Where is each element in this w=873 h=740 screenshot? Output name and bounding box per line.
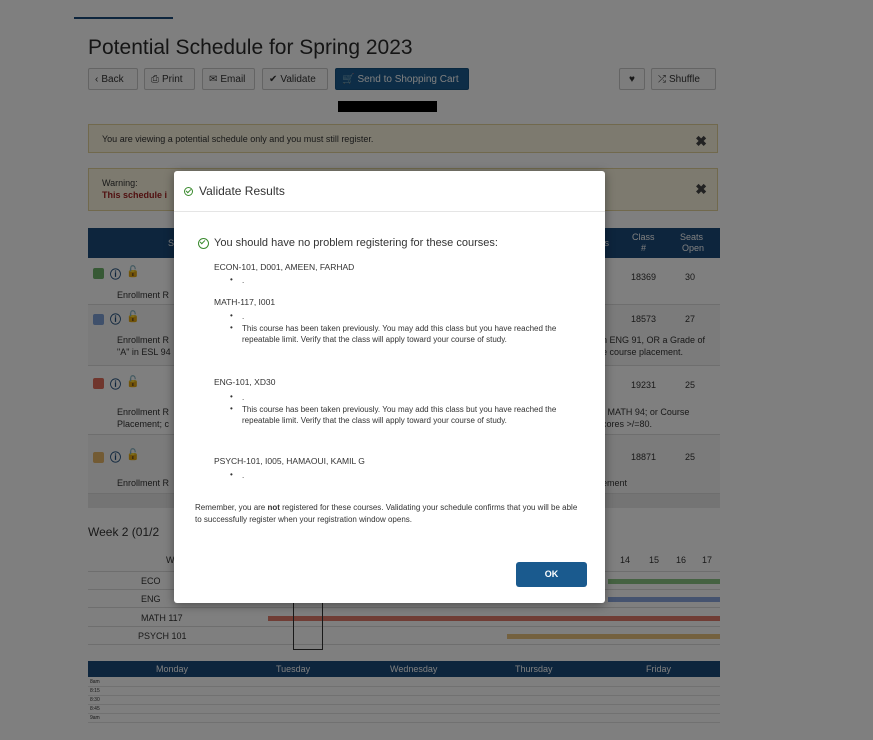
course-name: PSYCH-101, I005, HAMAOUI, KAMIL G xyxy=(214,456,365,466)
bullet: • xyxy=(230,323,233,332)
course-note: . xyxy=(242,393,245,402)
success-message: You should have no problem registering f… xyxy=(214,237,498,249)
course-note: This course has been taken previously. Y… xyxy=(242,324,557,344)
course-name: ECON-101, D001, AMEEN, FARHAD xyxy=(214,262,355,272)
check-circle-icon xyxy=(184,187,193,196)
course-note: . xyxy=(242,471,245,480)
course-name: ENG-101, XD30 xyxy=(214,377,276,387)
validate-results-dialog: Validate Results You should have no prob… xyxy=(174,171,605,603)
modal-header: Validate Results xyxy=(174,171,605,212)
modal-title: Validate Results xyxy=(199,184,285,198)
course-note: . xyxy=(242,312,245,321)
course-name: MATH-117, I001 xyxy=(214,297,276,307)
bullet: • xyxy=(230,404,233,413)
bullet: • xyxy=(230,275,233,284)
remember-note: Remember, you are not registered for the… xyxy=(195,503,578,524)
course-note: This course has been taken previously. Y… xyxy=(242,405,557,425)
bullet: • xyxy=(230,392,233,401)
bullet: • xyxy=(230,470,233,479)
course-note: . xyxy=(242,276,245,285)
ok-button[interactable]: OK xyxy=(516,562,587,587)
check-circle-icon xyxy=(198,238,209,249)
bullet: • xyxy=(230,311,233,320)
